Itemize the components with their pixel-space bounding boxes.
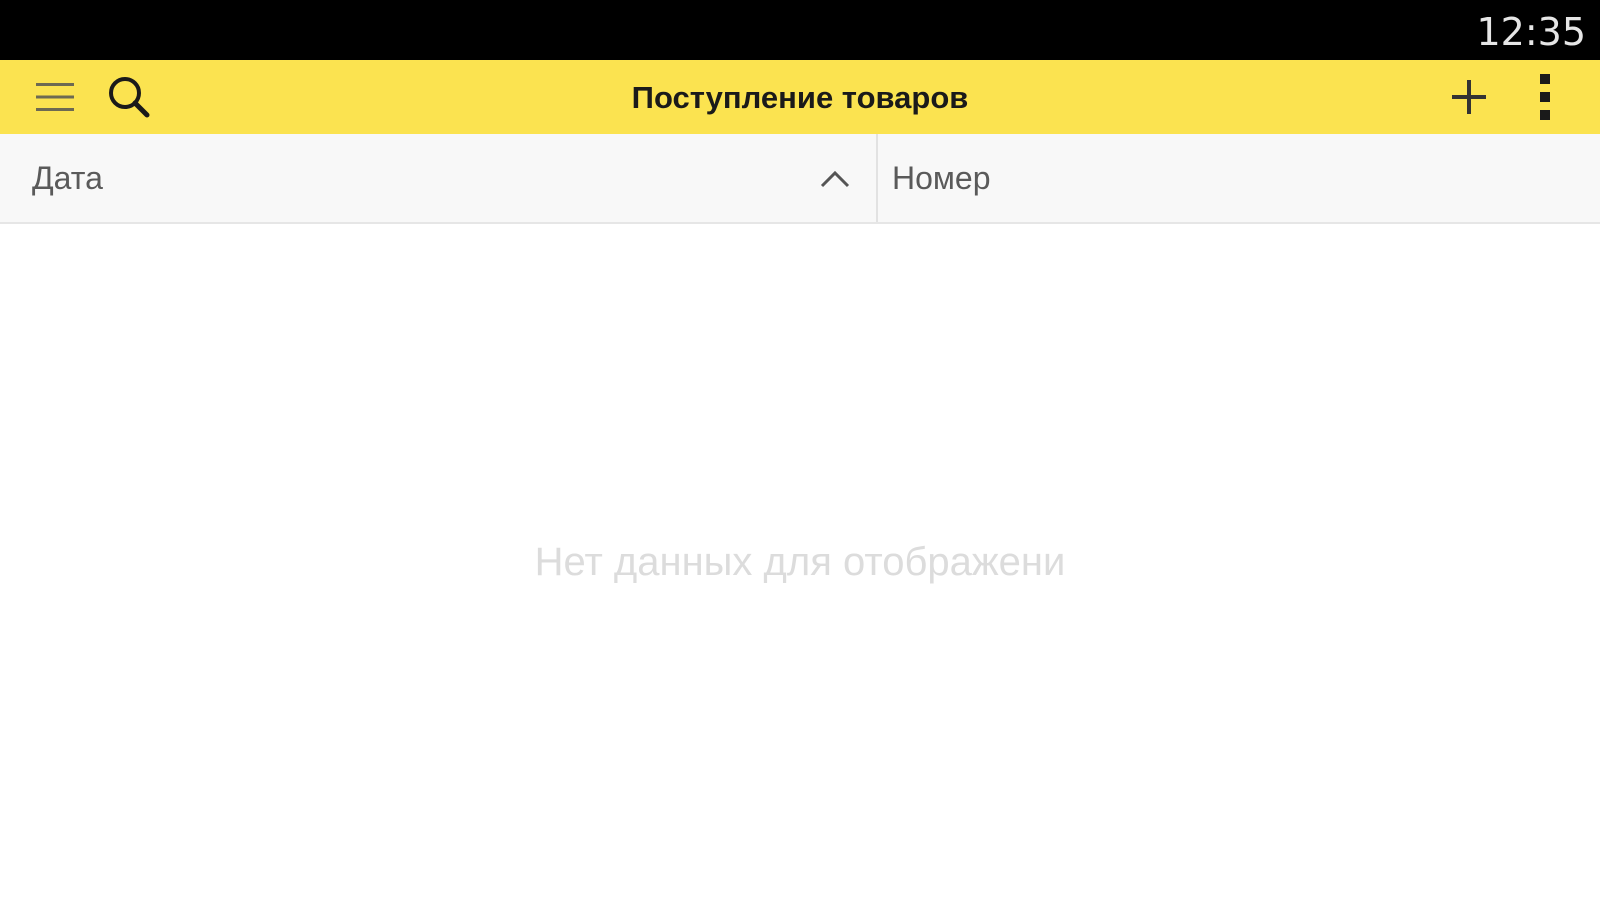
search-icon (109, 77, 150, 118)
plus-icon (1452, 80, 1486, 114)
status-bar: 12:35 (0, 0, 1600, 60)
search-button[interactable] (96, 60, 162, 134)
column-header-date-label: Дата (32, 160, 103, 196)
chevron-up-icon (820, 170, 850, 188)
more-options-button[interactable] (1510, 60, 1580, 134)
column-header-number[interactable]: Номер (878, 134, 1600, 222)
column-header-date[interactable]: Дата (0, 134, 876, 222)
column-header-number-label: Номер (892, 160, 991, 196)
app-toolbar: Поступление товаров (0, 60, 1600, 134)
menu-button[interactable] (22, 60, 88, 134)
add-button[interactable] (1434, 60, 1504, 134)
more-vertical-icon (1540, 74, 1550, 120)
empty-list-message: Нет данных для отображени (534, 540, 1066, 584)
hamburger-menu-icon (36, 83, 74, 111)
table-header: Дата Номер (0, 134, 1600, 224)
status-time: 12:35 (1476, 10, 1586, 54)
page-title: Поступление товаров (631, 80, 969, 115)
